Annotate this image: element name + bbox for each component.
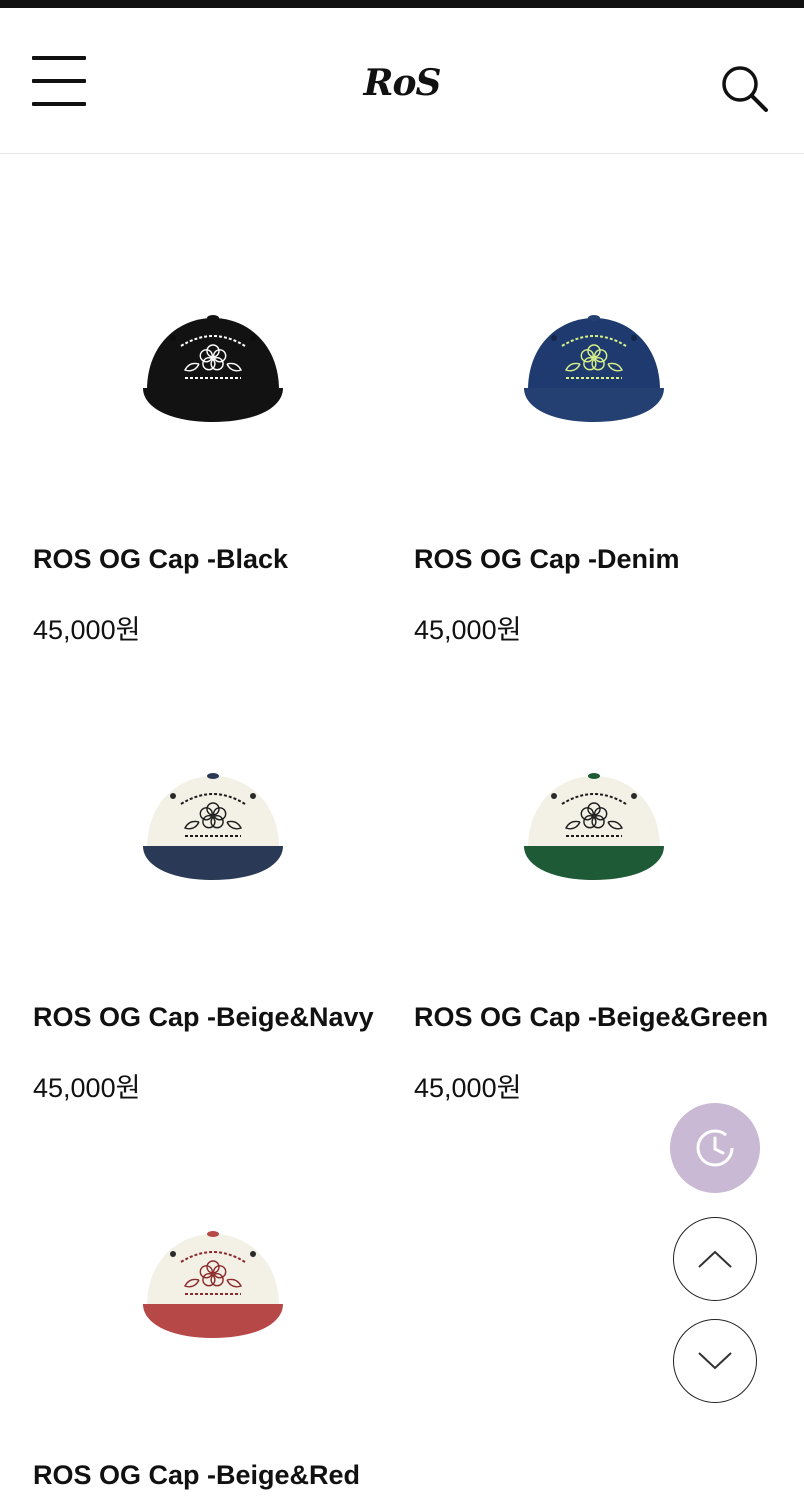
clock-icon xyxy=(696,1129,734,1167)
product-card[interactable]: ROS OG Cap -Denim 45,000원 xyxy=(414,224,774,654)
brand-logo[interactable]: RoS xyxy=(356,58,448,108)
cap-image xyxy=(524,773,664,880)
product-name[interactable]: ROS OG Cap -Beige&Navy xyxy=(33,1002,393,1033)
product-name[interactable]: ROS OG Cap -Denim xyxy=(414,544,774,575)
chevron-up-icon xyxy=(698,1250,732,1268)
product-image[interactable] xyxy=(33,682,393,972)
search-icon[interactable] xyxy=(718,62,774,118)
product-card[interactable]: ROS OG Cap -Beige&Navy 45,000원 xyxy=(33,682,393,1112)
product-name[interactable]: ROS OG Cap -Black xyxy=(33,544,393,575)
hamburger-menu-icon[interactable] xyxy=(32,56,88,108)
site-header: RoS xyxy=(0,8,804,154)
status-strip xyxy=(0,0,804,8)
scroll-bottom-button[interactable] xyxy=(673,1319,757,1403)
scroll-top-button[interactable] xyxy=(673,1217,757,1301)
cap-image xyxy=(143,315,283,422)
product-price: 45,000원 xyxy=(33,1073,141,1103)
product-image[interactable] xyxy=(33,1140,393,1430)
product-card[interactable]: ROS OG Cap -Beige&Red45,000원 xyxy=(33,1140,393,1500)
product-name[interactable]: ROS OG Cap -Beige&Green xyxy=(414,1002,774,1033)
product-price: 45,000원 xyxy=(414,1073,522,1103)
cap-image xyxy=(524,315,664,422)
product-price: 45,000원 xyxy=(414,615,522,645)
product-card[interactable]: ROS OG Cap -Beige&Green 45,000원 xyxy=(414,682,774,1112)
cap-image xyxy=(143,1231,283,1338)
product-name[interactable]: ROS OG Cap -Beige&Red xyxy=(33,1460,393,1491)
recent-view-button[interactable] xyxy=(670,1103,760,1193)
product-image[interactable] xyxy=(33,224,393,514)
cap-image xyxy=(143,773,283,880)
product-image[interactable] xyxy=(414,224,774,514)
product-price: 45,000원 xyxy=(33,615,141,645)
product-card[interactable]: ROS OG Cap -Black 45,000원 xyxy=(33,224,393,654)
chevron-down-icon xyxy=(698,1352,732,1370)
product-image[interactable] xyxy=(414,682,774,972)
